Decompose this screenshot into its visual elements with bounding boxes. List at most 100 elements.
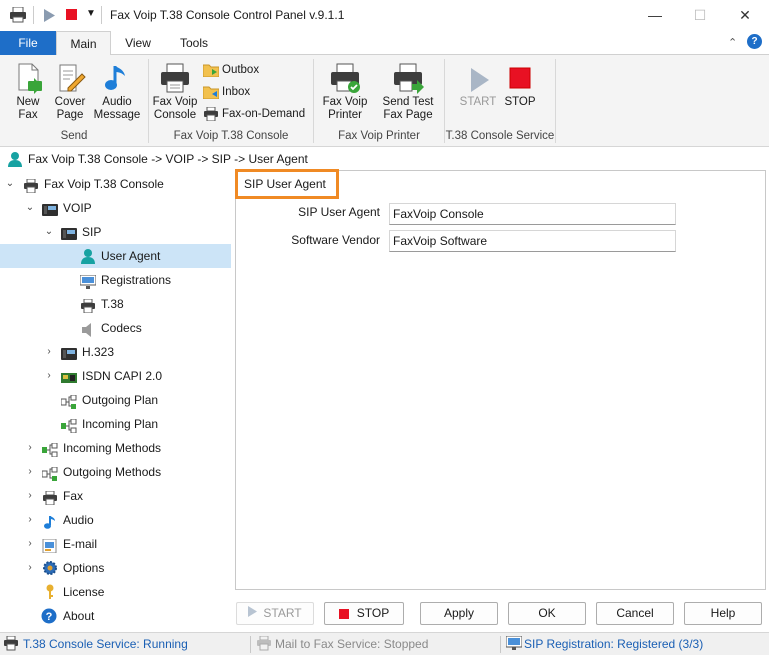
monitor-check-icon <box>79 273 97 289</box>
group-title: SIP User Agent <box>235 169 339 199</box>
tree-label: Options <box>63 561 105 575</box>
tree-item-license[interactable]: License <box>0 580 232 604</box>
tree-item-fax[interactable]: › Fax <box>0 484 232 508</box>
start-service-button[interactable]: START <box>236 602 314 625</box>
key-icon <box>42 584 58 599</box>
outbox-label: Outbox <box>222 64 260 76</box>
ok-button[interactable]: OK <box>508 602 586 625</box>
quick-stop-icon[interactable] <box>66 9 77 20</box>
tree-label: ISDN CAPI 2.0 <box>82 369 163 383</box>
close-button[interactable]: ✕ <box>722 0 768 31</box>
tab-main[interactable]: Main <box>56 31 111 56</box>
tree-item-codecs[interactable]: Codecs <box>0 316 232 340</box>
cover-page-button[interactable]: Cover Page <box>50 62 90 122</box>
tree-item-h323[interactable]: › H.323 <box>0 340 232 364</box>
music-note-icon <box>42 513 58 529</box>
software-vendor-field[interactable]: FaxVoip Software <box>389 230 676 252</box>
apply-button[interactable]: Apply <box>420 602 498 625</box>
stop-service-label: STOP <box>356 606 390 620</box>
quick-access-dropdown-icon[interactable]: ▼ <box>86 8 96 19</box>
software-vendor-label: Software Vendor <box>291 233 380 247</box>
routing-plan-icon <box>60 393 77 409</box>
tree-label: License <box>63 585 105 599</box>
fax-voip-console-button[interactable]: Fax Voip Console <box>151 62 199 122</box>
help-button[interactable]: Help <box>684 602 762 625</box>
ip-phone-icon <box>61 345 77 360</box>
inbox-label: Inbox <box>222 86 251 98</box>
tree-label: Incoming Plan <box>82 417 159 431</box>
ribbon-stop-button[interactable]: STOP <box>502 66 538 109</box>
send-test-fax-page-button[interactable]: Send Test Fax Page <box>380 62 436 122</box>
collapse-ribbon-icon[interactable]: ⌃ <box>728 36 737 49</box>
printer-check-icon <box>329 62 361 94</box>
tree-item-t38[interactable]: T.38 <box>0 292 232 316</box>
routing-plan-icon <box>61 417 77 434</box>
printer-send-icon <box>392 62 424 94</box>
gear-icon <box>42 560 58 575</box>
fax-console-icon <box>159 62 191 94</box>
tree-item-about[interactable]: ? About <box>0 604 232 628</box>
tree-item-incoming-plan[interactable]: Incoming Plan <box>0 412 232 436</box>
sip-user-agent-field[interactable]: FaxVoip Console <box>389 203 676 225</box>
new-fax-button[interactable]: New Fax <box>6 62 50 122</box>
ribbon-separator <box>555 59 556 143</box>
svg-text:?: ? <box>46 611 53 623</box>
collapsed-chevron-icon[interactable]: › <box>24 484 36 508</box>
maximize-button[interactable]: ☐ <box>677 0 723 31</box>
stop-square-icon <box>338 608 349 619</box>
app-printer-icon[interactable] <box>9 6 27 26</box>
speaker-icon <box>80 321 96 337</box>
inbox-button[interactable]: Inbox <box>202 82 251 102</box>
tree-item-email[interactable]: › E-mail <box>0 532 232 556</box>
collapsed-chevron-icon[interactable]: › <box>43 340 55 364</box>
tree-item-incoming-methods[interactable]: › Incoming Methods <box>0 436 232 460</box>
ip-phone-icon <box>42 201 58 216</box>
audio-message-button[interactable]: Audio Message <box>92 62 142 122</box>
outbox-button[interactable]: Outbox <box>202 60 260 80</box>
tree-label: SIP <box>82 225 102 239</box>
fax-on-demand-button[interactable]: Fax-on-Demand <box>203 104 305 124</box>
user-agent-icon <box>7 151 23 170</box>
printer-group-caption: Fax Voip Printer <box>338 130 420 142</box>
tree-label: User Agent <box>101 249 161 263</box>
expanded-chevron-icon[interactable]: ⌄ <box>4 172 16 196</box>
tree-item-outgoing-plan[interactable]: Outgoing Plan <box>0 388 232 412</box>
collapsed-chevron-icon[interactable]: › <box>24 460 36 484</box>
collapsed-chevron-icon[interactable]: › <box>24 532 36 556</box>
expanded-chevron-icon[interactable]: ⌄ <box>43 220 55 244</box>
user-agent-icon <box>80 248 96 264</box>
stop-service-button[interactable]: STOP <box>324 602 404 625</box>
collapsed-chevron-icon[interactable]: › <box>24 508 36 532</box>
tree-item-outgoing-methods[interactable]: › Outgoing Methods <box>0 460 232 484</box>
collapsed-chevron-icon[interactable]: › <box>24 436 36 460</box>
fax-voip-printer-button[interactable]: Fax Voip Printer <box>320 62 370 122</box>
ribbon-separator <box>148 59 149 143</box>
help-icon[interactable]: ? <box>747 34 762 49</box>
cancel-button[interactable]: Cancel <box>596 602 674 625</box>
tree-item-registrations[interactable]: Registrations <box>0 268 232 292</box>
tab-tools[interactable]: Tools <box>170 31 218 55</box>
tree-label: Registrations <box>101 273 172 287</box>
collapsed-chevron-icon[interactable]: › <box>24 556 36 580</box>
fax-machine-icon <box>42 489 58 506</box>
expanded-chevron-icon[interactable]: ⌄ <box>24 196 36 220</box>
tab-view[interactable]: View <box>116 31 160 55</box>
ribbon-start-label: START <box>459 96 497 108</box>
tree-item-voip[interactable]: ⌄ VOIP <box>0 196 232 220</box>
sip-registration-status: SIP Registration: Registered (3/3) <box>524 637 704 651</box>
tree-item-sip[interactable]: ⌄ SIP <box>0 220 232 244</box>
tree-item-isdn[interactable]: › ISDN CAPI 2.0 <box>0 364 232 388</box>
ribbon-start-button[interactable]: START <box>458 66 498 109</box>
tree-item-options[interactable]: › Options <box>0 556 232 580</box>
tree-item-audio[interactable]: › Audio <box>0 508 232 532</box>
quick-start-icon[interactable] <box>44 9 55 25</box>
status-separator <box>250 636 251 653</box>
monitor-check-icon <box>505 635 523 654</box>
collapsed-chevron-icon[interactable]: › <box>43 364 55 388</box>
tree-label: VOIP <box>63 201 92 215</box>
minimize-button[interactable]: — <box>632 0 678 31</box>
tab-file[interactable]: File <box>0 31 56 55</box>
tree-item-user-agent[interactable]: User Agent <box>0 244 231 268</box>
status-bar: T.38 Console Service: Running Mail to Fa… <box>0 632 769 655</box>
tree-item-root[interactable]: ⌄ Fax Voip T.38 Console <box>0 172 232 196</box>
